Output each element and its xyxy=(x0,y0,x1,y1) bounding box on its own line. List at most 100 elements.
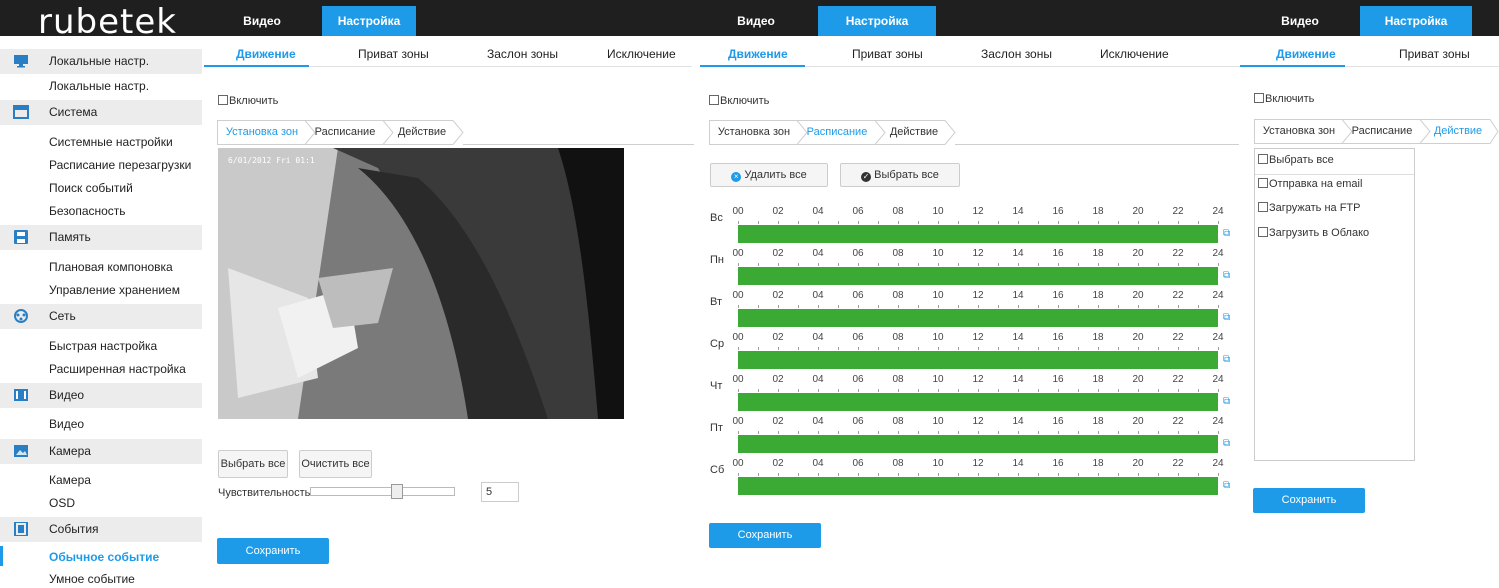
enable-checkbox-3[interactable]: Включить xyxy=(1254,93,1314,105)
enable-checkbox-2[interactable]: Включить xyxy=(709,95,769,107)
delete-all-button[interactable]: × Удалить все xyxy=(710,163,828,187)
delete-all-label: Удалить все xyxy=(744,169,807,181)
action-select-all[interactable]: Выбрать все xyxy=(1258,154,1334,166)
step-action-3[interactable]: Действие xyxy=(1422,119,1494,143)
tab-mask-zones[interactable]: Заслон зоны xyxy=(487,47,558,61)
hour-label: 20 xyxy=(1132,458,1144,469)
select-all-button[interactable]: Выбрать все xyxy=(218,450,288,478)
sidebar-group-local[interactable]: Локальные настр. xyxy=(0,49,202,74)
schedule-bar[interactable] xyxy=(738,309,1218,327)
sidebar-group-network[interactable]: Сеть xyxy=(0,304,202,329)
tab-exclusion[interactable]: Исключение xyxy=(607,47,676,61)
tab-motion[interactable]: Движение xyxy=(236,47,296,61)
checkbox-box[interactable] xyxy=(1258,227,1268,237)
step-zone-setup[interactable]: Установка зон xyxy=(218,120,306,144)
checkbox-box[interactable] xyxy=(1258,202,1268,212)
sidebar-item-event-search[interactable]: Поиск событий xyxy=(49,181,133,195)
copy-schedule-icon[interactable]: ⧉ xyxy=(1223,270,1230,281)
sidebar-item-system-settings[interactable]: Системные настройки xyxy=(49,135,173,149)
hour-tick xyxy=(1158,221,1159,224)
schedule-bar[interactable] xyxy=(738,267,1218,285)
hour-tick xyxy=(1038,263,1039,266)
tab-privacy-zones-3[interactable]: Приват зоны xyxy=(1399,47,1470,61)
sidebar-group-video[interactable]: Видео xyxy=(0,383,202,408)
sensitivity-slider[interactable] xyxy=(310,484,455,499)
hour-label: 00 xyxy=(732,248,744,259)
tab-motion-3[interactable]: Движение xyxy=(1276,47,1336,61)
sidebar-item-storage-management[interactable]: Управление хранением xyxy=(49,283,180,297)
hour-label: 14 xyxy=(1012,416,1024,427)
step-action[interactable]: Действие xyxy=(386,120,458,144)
save-button[interactable]: Сохранить xyxy=(217,538,329,564)
sidebar-item-video[interactable]: Видео xyxy=(49,417,84,431)
hour-label: 00 xyxy=(732,290,744,301)
checkbox-box[interactable] xyxy=(709,95,719,105)
step-zone-setup-2[interactable]: Установка зон xyxy=(710,120,798,144)
sidebar-group-events[interactable]: События xyxy=(0,517,202,542)
day-label: Вт xyxy=(710,296,723,308)
hour-tick xyxy=(918,431,919,434)
step-schedule-2[interactable]: Расписание xyxy=(798,120,876,144)
copy-schedule-icon[interactable]: ⧉ xyxy=(1223,438,1230,449)
nav-settings-button[interactable]: Настройка xyxy=(322,6,416,36)
sidebar-item-smart-event[interactable]: Умное событие xyxy=(49,572,135,586)
tab-privacy-zones[interactable]: Приват зоны xyxy=(358,47,429,61)
step-schedule[interactable]: Расписание xyxy=(306,120,384,144)
save-button-3[interactable]: Сохранить xyxy=(1253,488,1365,513)
sidebar-item-local-settings[interactable]: Локальные настр. xyxy=(49,79,149,93)
action-cloud[interactable]: Загрузить в Облако xyxy=(1258,227,1369,239)
checkbox-box[interactable] xyxy=(1258,154,1268,164)
nav-settings-button-2[interactable]: Настройка xyxy=(818,6,936,36)
slider-thumb[interactable] xyxy=(391,484,403,499)
checkbox-box[interactable] xyxy=(218,95,228,105)
tab-motion-2[interactable]: Движение xyxy=(728,47,788,61)
clear-all-button[interactable]: Очистить все xyxy=(299,450,372,478)
step-zone-setup-3[interactable]: Установка зон xyxy=(1255,119,1343,143)
copy-schedule-icon[interactable]: ⧉ xyxy=(1223,228,1230,239)
enable-checkbox[interactable]: Включить xyxy=(218,95,278,107)
checkbox-box[interactable] xyxy=(1258,178,1268,188)
sidebar-item-quick-setup[interactable]: Быстрая настройка xyxy=(49,339,157,353)
copy-schedule-icon[interactable]: ⧉ xyxy=(1223,396,1230,407)
camera-preview[interactable]: 6/01/2012 Fri 01:1 xyxy=(218,148,624,419)
hour-tick xyxy=(1118,263,1119,266)
sidebar-item-osd[interactable]: OSD xyxy=(49,496,75,510)
day-label: Вс xyxy=(710,212,723,224)
copy-schedule-icon[interactable]: ⧉ xyxy=(1223,354,1230,365)
sidebar-item-advanced-setup[interactable]: Расширенная настройка xyxy=(49,362,186,376)
sidebar-item-reboot-schedule[interactable]: Расписание перезагрузки xyxy=(49,158,191,172)
checkbox-box[interactable] xyxy=(1254,93,1264,103)
hour-tick xyxy=(1138,221,1139,224)
sidebar-item-planned-layout[interactable]: Плановая компоновка xyxy=(49,260,173,274)
sidebar-item-security[interactable]: Безопасность xyxy=(49,204,126,218)
sidebar-item-camera[interactable]: Камера xyxy=(49,473,91,487)
hour-tick xyxy=(938,221,939,224)
sidebar-item-normal-event[interactable]: Обычное событие xyxy=(49,550,159,564)
step-action-2[interactable]: Действие xyxy=(878,120,950,144)
schedule-bar[interactable] xyxy=(738,477,1218,495)
schedule-bar[interactable] xyxy=(738,435,1218,453)
hour-tick xyxy=(798,389,799,392)
sensitivity-value-field[interactable]: 5 xyxy=(481,482,519,502)
action-ftp[interactable]: Загружать на FTP xyxy=(1258,202,1360,214)
tab-privacy-zones-2[interactable]: Приват зоны xyxy=(852,47,923,61)
action-email[interactable]: Отправка на email xyxy=(1258,178,1362,190)
copy-schedule-icon[interactable]: ⧉ xyxy=(1223,480,1230,491)
sidebar-group-system[interactable]: Система xyxy=(0,100,202,125)
step-schedule-3[interactable]: Расписание xyxy=(1343,119,1421,143)
tab-exclusion-2[interactable]: Исключение xyxy=(1100,47,1169,61)
schedule-bar[interactable] xyxy=(738,351,1218,369)
nav-video-button-2[interactable]: Видео xyxy=(694,6,818,36)
copy-schedule-icon[interactable]: ⧉ xyxy=(1223,312,1230,323)
tab-mask-zones-2[interactable]: Заслон зоны xyxy=(981,47,1052,61)
schedule-bar[interactable] xyxy=(738,225,1218,243)
nav-video-button[interactable]: Видео xyxy=(202,6,322,36)
select-all-schedule-button[interactable]: ✓ Выбрать все xyxy=(840,163,960,187)
hour-label: 02 xyxy=(772,290,784,301)
sidebar-group-camera[interactable]: Камера xyxy=(0,439,202,464)
nav-settings-button-3[interactable]: Настройка xyxy=(1360,6,1472,36)
save-button-2[interactable]: Сохранить xyxy=(709,523,821,548)
nav-video-button-3[interactable]: Видео xyxy=(1240,6,1360,36)
sidebar-group-storage[interactable]: Память xyxy=(0,225,202,250)
schedule-bar[interactable] xyxy=(738,393,1218,411)
